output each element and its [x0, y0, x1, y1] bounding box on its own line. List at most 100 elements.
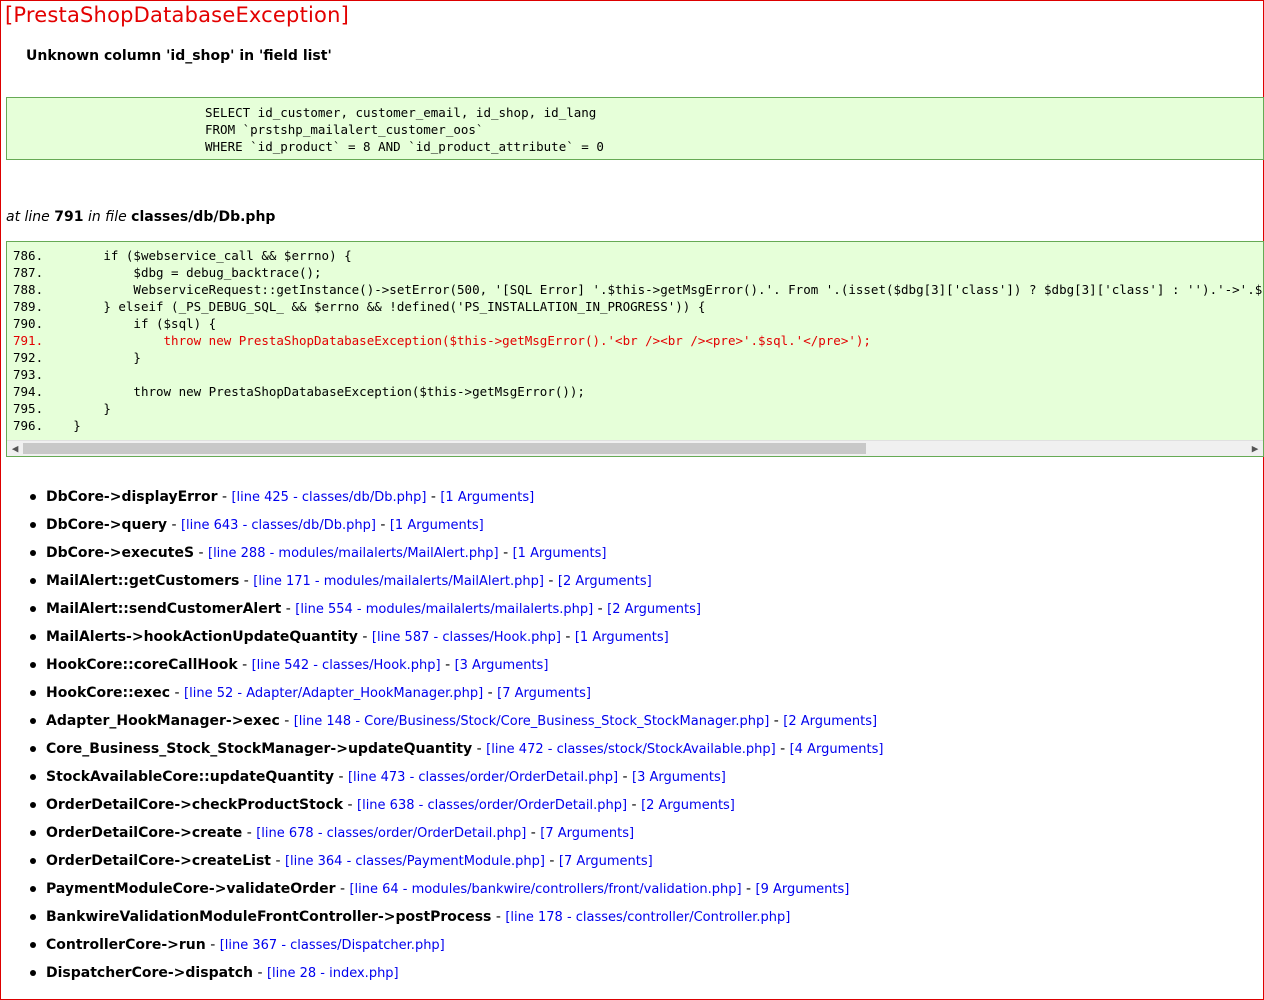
trace-method: Core_Business_Stock_StockManager->update… — [46, 741, 473, 757]
trace-arguments-link[interactable]: [1 Arguments] — [575, 630, 669, 645]
trace-arguments-link[interactable]: [1 Arguments] — [513, 546, 607, 561]
code-line-number: 791. — [13, 333, 44, 348]
trace-method: MailAlert::getCustomers — [46, 573, 240, 589]
trace-method: HookCore::coreCallHook — [46, 657, 238, 673]
trace-separator: - — [242, 825, 257, 841]
trace-separator: - — [170, 685, 185, 701]
code-line-number: 787. — [13, 265, 44, 280]
stack-trace-item: DispatcherCore->dispatch - [line 28 - in… — [1, 959, 883, 987]
code-line-text: throw new PrestaShopDatabaseException($t… — [43, 384, 585, 399]
stack-trace-item: BankwireValidationModuleFrontController-… — [1, 903, 883, 931]
trace-separator: - — [205, 937, 220, 953]
trace-separator: - — [357, 629, 372, 645]
trace-separator: - — [375, 517, 390, 533]
trace-location-link[interactable]: [line 64 - modules/bankwire/controllers/… — [349, 882, 741, 897]
trace-separator: - — [239, 573, 254, 589]
trace-location-link[interactable]: [line 473 - classes/order/OrderDetail.ph… — [348, 770, 618, 785]
source-code-box[interactable]: 786. if ($webservice_call && $errno) { 7… — [6, 241, 1264, 457]
trace-arguments-link[interactable]: [7 Arguments] — [559, 854, 653, 869]
trace-arguments-link[interactable]: [2 Arguments] — [783, 714, 877, 729]
trace-separator: - — [593, 601, 608, 617]
trace-location-link[interactable]: [line 587 - classes/Hook.php] — [372, 630, 561, 645]
line-number: 791 — [54, 209, 84, 225]
sql-line: FROM `prstshp_mailalert_customer_oos` — [205, 122, 484, 137]
trace-location-link[interactable]: [line 52 - Adapter/Adapter_HookManager.p… — [184, 686, 483, 701]
trace-arguments-link[interactable]: [3 Arguments] — [632, 770, 726, 785]
code-line-text: if ($webservice_call && $errno) { — [43, 248, 352, 263]
bullet-icon — [30, 662, 36, 668]
trace-arguments-link[interactable]: [9 Arguments] — [756, 882, 850, 897]
trace-arguments-link[interactable]: [7 Arguments] — [540, 826, 634, 841]
bullet-icon — [30, 550, 36, 556]
trace-location-link[interactable]: [line 367 - classes/Dispatcher.php] — [220, 938, 445, 953]
trace-arguments-link[interactable]: [2 Arguments] — [641, 798, 735, 813]
trace-arguments-link[interactable]: [4 Arguments] — [790, 742, 884, 757]
trace-separator: - — [194, 545, 208, 561]
trace-method: DbCore->executeS — [46, 545, 195, 561]
trace-location-link[interactable]: [line 288 - modules/mailalerts/MailAlert… — [208, 546, 499, 561]
code-line-highlighted: 791. throw new PrestaShopDatabaseExcepti… — [13, 332, 871, 349]
scrollbar-thumb[interactable] — [23, 443, 866, 454]
trace-separator: - — [498, 545, 513, 561]
trace-method: OrderDetailCore->createList — [46, 853, 271, 869]
trace-location-link[interactable]: [line 171 - modules/mailalerts/MailAlert… — [253, 574, 544, 589]
bullet-icon — [30, 774, 36, 780]
trace-arguments-link[interactable]: [1 Arguments] — [440, 490, 534, 505]
trace-separator: - — [253, 965, 267, 981]
trace-location-link[interactable]: [line 148 - Core/Business/Stock/Core_Bus… — [294, 714, 770, 729]
code-line-text: throw new PrestaShopDatabaseException($t… — [43, 333, 871, 348]
trace-separator: - — [769, 713, 784, 729]
trace-arguments-link[interactable]: [1 Arguments] — [390, 518, 484, 533]
trace-separator: - — [618, 769, 632, 785]
bullet-icon — [30, 802, 36, 808]
error-location: at line 791 in file classes/db/Db.php — [6, 209, 275, 225]
stack-trace-item: DbCore->query - [line 643 - classes/db/D… — [1, 511, 883, 539]
bullet-icon — [30, 858, 36, 864]
trace-separator: - — [544, 853, 559, 869]
trace-separator: - — [217, 489, 232, 505]
trace-separator: - — [627, 797, 642, 813]
bullet-icon — [30, 718, 36, 724]
bullet-icon — [30, 690, 36, 696]
scroll-right-icon[interactable]: ▶ — [1248, 441, 1262, 456]
trace-location-link[interactable]: [line 472 - classes/stock/StockAvailable… — [486, 742, 776, 757]
trace-separator: - — [281, 601, 296, 617]
stack-trace-item: DbCore->executeS - [line 288 - modules/m… — [1, 539, 883, 567]
bullet-icon — [30, 830, 36, 836]
trace-separator: - — [167, 517, 181, 533]
trace-location-link[interactable]: [line 425 - classes/db/Db.php] — [231, 490, 426, 505]
trace-method: ControllerCore->run — [46, 937, 206, 953]
trace-location-link[interactable]: [line 643 - classes/db/Db.php] — [181, 518, 376, 533]
trace-separator: - — [426, 489, 441, 505]
horizontal-scrollbar[interactable]: ◀ ▶ — [7, 440, 1263, 456]
trace-arguments-link[interactable]: [2 Arguments] — [558, 574, 652, 589]
trace-location-link[interactable]: [line 28 - index.php] — [267, 966, 399, 981]
trace-location-link[interactable]: [line 678 - classes/order/OrderDetail.ph… — [256, 826, 526, 841]
trace-arguments-link[interactable]: [2 Arguments] — [607, 602, 701, 617]
trace-location-link[interactable]: [line 178 - classes/controller/Controlle… — [505, 910, 790, 925]
code-line: 787. $dbg = debug_backtrace(); — [13, 264, 322, 281]
stack-trace-item: MailAlert::getCustomers - [line 171 - mo… — [1, 567, 883, 595]
code-line: 795. } — [13, 400, 111, 417]
trace-method: OrderDetailCore->checkProductStock — [46, 797, 344, 813]
code-line-number: 794. — [13, 384, 44, 399]
trace-arguments-link[interactable]: [7 Arguments] — [497, 686, 591, 701]
bullet-icon — [30, 522, 36, 528]
code-line-number: 793. — [13, 367, 44, 382]
at-line-label: at line — [6, 209, 50, 225]
trace-location-link[interactable]: [line 364 - classes/PaymentModule.php] — [285, 854, 545, 869]
trace-method: PaymentModuleCore->validateOrder — [46, 881, 336, 897]
trace-separator: - — [343, 797, 358, 813]
trace-location-link[interactable]: [line 554 - modules/mailalerts/mailalert… — [295, 602, 593, 617]
scroll-left-icon[interactable]: ◀ — [8, 441, 22, 456]
code-line-number: 795. — [13, 401, 44, 416]
trace-location-link[interactable]: [line 638 - classes/order/OrderDetail.ph… — [357, 798, 627, 813]
stack-trace-list: DbCore->displayError - [line 425 - class… — [1, 483, 883, 987]
trace-separator: - — [335, 881, 350, 897]
trace-arguments-link[interactable]: [3 Arguments] — [455, 658, 549, 673]
trace-method: BankwireValidationModuleFrontController-… — [46, 909, 492, 925]
trace-method: StockAvailableCore::updateQuantity — [46, 769, 334, 785]
trace-location-link[interactable]: [line 542 - classes/Hook.php] — [252, 658, 441, 673]
bullet-icon — [30, 746, 36, 752]
code-line-number: 790. — [13, 316, 44, 331]
